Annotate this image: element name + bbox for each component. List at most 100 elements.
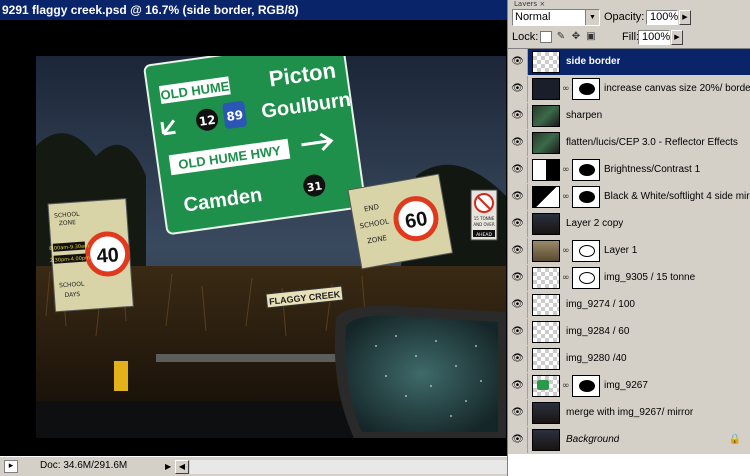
visibility-eye-icon[interactable]: 👁 [508,319,528,345]
layer-row[interactable]: 👁 ∞ Brightness/Contrast 1 [508,157,750,184]
mask-link-icon[interactable]: ∞ [562,380,570,392]
visibility-eye-icon[interactable]: 👁 [508,292,528,318]
layer-thumbnail[interactable] [532,159,560,181]
document-title: 9291 flaggy creek.psd @ 16.7% (side bord… [0,0,507,20]
visibility-eye-icon[interactable]: 👁 [508,211,528,237]
lock-position-move-icon[interactable]: ✥ [570,31,582,43]
layer-thumbnail[interactable] [532,348,560,370]
lock-all-icon[interactable]: ▣ [585,31,597,43]
opacity-label: Opacity: [604,11,645,23]
visibility-eye-icon[interactable]: 👁 [508,346,528,372]
chevron-down-icon[interactable]: ▼ [585,10,599,25]
layer-thumbnail[interactable] [532,78,560,100]
blend-mode-value: Normal [515,11,551,23]
layer-row[interactable]: 👁 ∞ img_9267 [508,373,750,400]
layer-name: Layer 1 [604,245,638,256]
layer-row[interactable]: 👁 side border [508,49,750,76]
layer-mask-thumbnail[interactable] [572,267,600,289]
photo-canvas[interactable]: OLD HUME Picton Goulburn 12 89 OLD HUME … [36,56,506,438]
layer-name: side border [566,56,621,67]
horizontal-scrollbar[interactable] [190,460,507,474]
speed-40: 40 [96,244,120,267]
visibility-eye-icon[interactable]: 👁 [508,373,528,399]
layers-panel: Layers × Normal ▼ Opacity: 100% ▶ Lock: … [507,0,750,476]
layer-row[interactable]: 👁 ∞ img_9305 / 15 tonne [508,265,750,292]
layer-thumbnail[interactable] [532,240,560,262]
blend-opacity-row: Normal ▼ Opacity: 100% ▶ [508,7,750,29]
visibility-eye-icon[interactable]: 👁 [508,157,528,183]
layer-thumbnail[interactable] [532,51,560,73]
mask-link-icon[interactable]: ∞ [562,164,570,176]
lock-pixels-brush-icon[interactable]: ✎ [555,31,567,43]
layer-thumbnail[interactable] [532,429,560,451]
layer-row[interactable]: 👁 ∞ Black & White/softlight 4 side mirror [508,184,750,211]
visibility-eye-icon[interactable]: 👁 [508,238,528,264]
layer-row[interactable]: 👁 img_9280 /40 [508,346,750,373]
layer-row[interactable]: 👁 Background 🔒 [508,427,750,454]
tonne-line-2: AND OVER [473,222,494,227]
layer-row[interactable]: 👁 sharpen [508,103,750,130]
opacity-slider-arrow-icon[interactable]: ▶ [679,10,691,25]
route-89-shield: 89 [226,108,244,124]
blend-mode-select[interactable]: Normal ▼ [512,9,600,26]
layer-lock-icon: 🔒 [728,434,741,445]
layer-thumbnail[interactable] [532,132,560,154]
zoom-field[interactable]: ▸ [4,460,18,473]
layer-mask-thumbnail[interactable] [572,159,600,181]
layer-mask-thumbnail[interactable] [572,78,600,100]
visibility-eye-icon[interactable]: 👁 [508,400,528,426]
visibility-eye-icon[interactable]: 👁 [508,76,528,102]
layer-mask-thumbnail[interactable] [572,186,600,208]
mask-link-icon[interactable]: ∞ [562,83,570,95]
layer-row[interactable]: 👁 Layer 2 copy [508,211,750,238]
mask-link-icon[interactable]: ∞ [562,191,570,203]
layer-mask-thumbnail[interactable] [572,375,600,397]
layer-row[interactable]: 👁 flatten/lucis/CEP 3.0 - Reflector Effec… [508,130,750,157]
layer-name: sharpen [566,110,603,121]
layer-thumbnail[interactable] [532,294,560,316]
layer-thumbnail[interactable] [532,213,560,235]
layer-row[interactable]: 👁 ∞ increase canvas size 20%/ border [508,76,750,103]
layer-row[interactable]: 👁 img_9284 / 60 [508,319,750,346]
layer-thumbnail[interactable] [532,402,560,424]
layer-mask-thumbnail[interactable] [572,240,600,262]
speed-60: 60 [403,208,429,234]
visibility-eye-icon[interactable]: 👁 [508,184,528,210]
layer-thumbnail[interactable] [532,321,560,343]
doc-size-info: Doc: 34.6M/291.6M [40,460,128,471]
layer-thumbnail[interactable] [532,186,560,208]
canvas-area[interactable]: OLD HUME Picton Goulburn 12 89 OLD HUME … [0,20,507,456]
layer-row[interactable]: 👁 merge with img_9267/ mirror [508,400,750,427]
layers-tab[interactable]: Layers × [514,0,574,6]
layer-name: Layer 2 copy [566,218,624,229]
layer-thumbnail[interactable] [532,267,560,289]
layer-name: Brightness/Contrast 1 [604,164,701,175]
fill-field[interactable]: 100% [638,30,670,45]
status-bar: ▸ Doc: 34.6M/291.6M ▶ ◀ [0,456,507,476]
visibility-eye-icon[interactable]: 👁 [508,265,528,291]
visibility-eye-icon[interactable]: 👁 [508,103,528,129]
document-window: 9291 flaggy creek.psd @ 16.7% (side bord… [0,0,507,476]
route-31-shield: 31 [306,179,323,194]
visibility-eye-icon[interactable]: 👁 [508,49,528,75]
layer-row[interactable]: 👁 img_9274 / 100 [508,292,750,319]
visibility-eye-icon[interactable]: 👁 [508,427,528,453]
lock-transparency-icon[interactable] [540,31,552,43]
visibility-eye-icon[interactable]: 👁 [508,130,528,156]
school-days-2: DAYS [64,291,80,299]
scroll-left-button[interactable]: ◀ [175,460,189,474]
status-menu-arrow-icon[interactable]: ▶ [165,460,175,473]
layer-name: Background [566,434,620,445]
layer-name: img_9284 / 60 [566,326,630,337]
mask-link-icon[interactable]: ∞ [562,272,570,284]
mask-link-icon[interactable]: ∞ [562,245,570,257]
layer-thumbnail[interactable] [532,105,560,127]
lock-fill-row: Lock: ✎ ✥ ▣ Fill: 100% ▶ [508,28,750,48]
photo-image: OLD HUME Picton Goulburn 12 89 OLD HUME … [36,56,506,438]
layer-thumbnail[interactable] [532,375,560,397]
fill-slider-arrow-icon[interactable]: ▶ [671,30,683,45]
opacity-field[interactable]: 100% [646,10,678,25]
layer-name: flatten/lucis/CEP 3.0 - Reflector Effect… [566,137,738,148]
fill-label: Fill: [622,31,640,43]
layer-row[interactable]: 👁 ∞ Layer 1 [508,238,750,265]
